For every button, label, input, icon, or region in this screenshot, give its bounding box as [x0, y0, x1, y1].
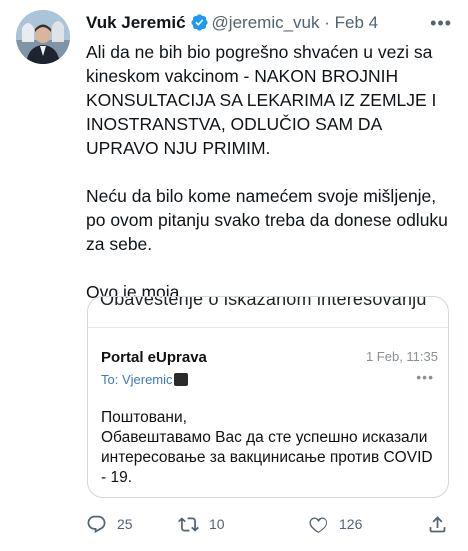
heart-icon	[309, 516, 328, 533]
author-name[interactable]: Vuk Jeremić	[86, 13, 186, 32]
tweet-date[interactable]: Feb 4	[335, 13, 378, 32]
tweet-header: Vuk Jeremić @jeremic_vuk · Feb 4 •••	[86, 11, 456, 35]
email-greeting: Поштовани,	[101, 409, 187, 426]
author-handle[interactable]: @jeremic_vuk	[212, 13, 320, 32]
email-message: Обавештавамо Вас да сте успешно исказали…	[101, 429, 433, 486]
email-recipient-label: To: Vjeremic	[101, 372, 173, 387]
verified-badge-icon	[190, 14, 208, 31]
redaction-mark	[173, 373, 188, 386]
tweet-paragraph-2: Neću da bilo kome namećem svoje mišljenj…	[86, 186, 448, 254]
retweet-icon	[178, 516, 199, 532]
email-date: 1 Feb, 11:35	[365, 349, 438, 364]
like-count: 126	[339, 516, 363, 532]
divider	[88, 327, 448, 328]
reply-count: 25	[117, 516, 133, 532]
attached-image[interactable]: Obaveštenje o iskazanom interesovanju Po…	[87, 296, 449, 498]
email-sender: Portal eUprava	[101, 349, 207, 366]
share-icon	[429, 515, 446, 532]
email-subject: Obaveštenje o iskazanom interesovanju	[100, 296, 427, 309]
tweet-paragraph-1: Ali da ne bih bio pogrešno shvaćen u vez…	[86, 42, 437, 158]
profile-photo-icon	[16, 10, 70, 64]
avatar[interactable]	[16, 10, 70, 64]
header-separator: ·	[324, 13, 330, 32]
email-recipient: To: Vjeremic	[101, 372, 188, 387]
retweet-count: 10	[209, 516, 225, 532]
reply-button[interactable]: 25	[86, 512, 133, 536]
tweet-text: Ali da ne bih bio pogrešno shvaćen u vez…	[86, 40, 454, 328]
more-options-icon[interactable]: •••	[430, 11, 452, 35]
tweet-actions: 25 10 126	[86, 512, 456, 536]
share-button[interactable]	[427, 512, 458, 536]
like-button[interactable]: 126	[308, 512, 362, 536]
retweet-button[interactable]: 10	[178, 512, 225, 536]
email-more-icon: •••	[416, 369, 434, 385]
reply-icon	[87, 515, 106, 533]
email-body: Поштовани, Обавештавамо Вас да сте успеш…	[101, 408, 439, 488]
